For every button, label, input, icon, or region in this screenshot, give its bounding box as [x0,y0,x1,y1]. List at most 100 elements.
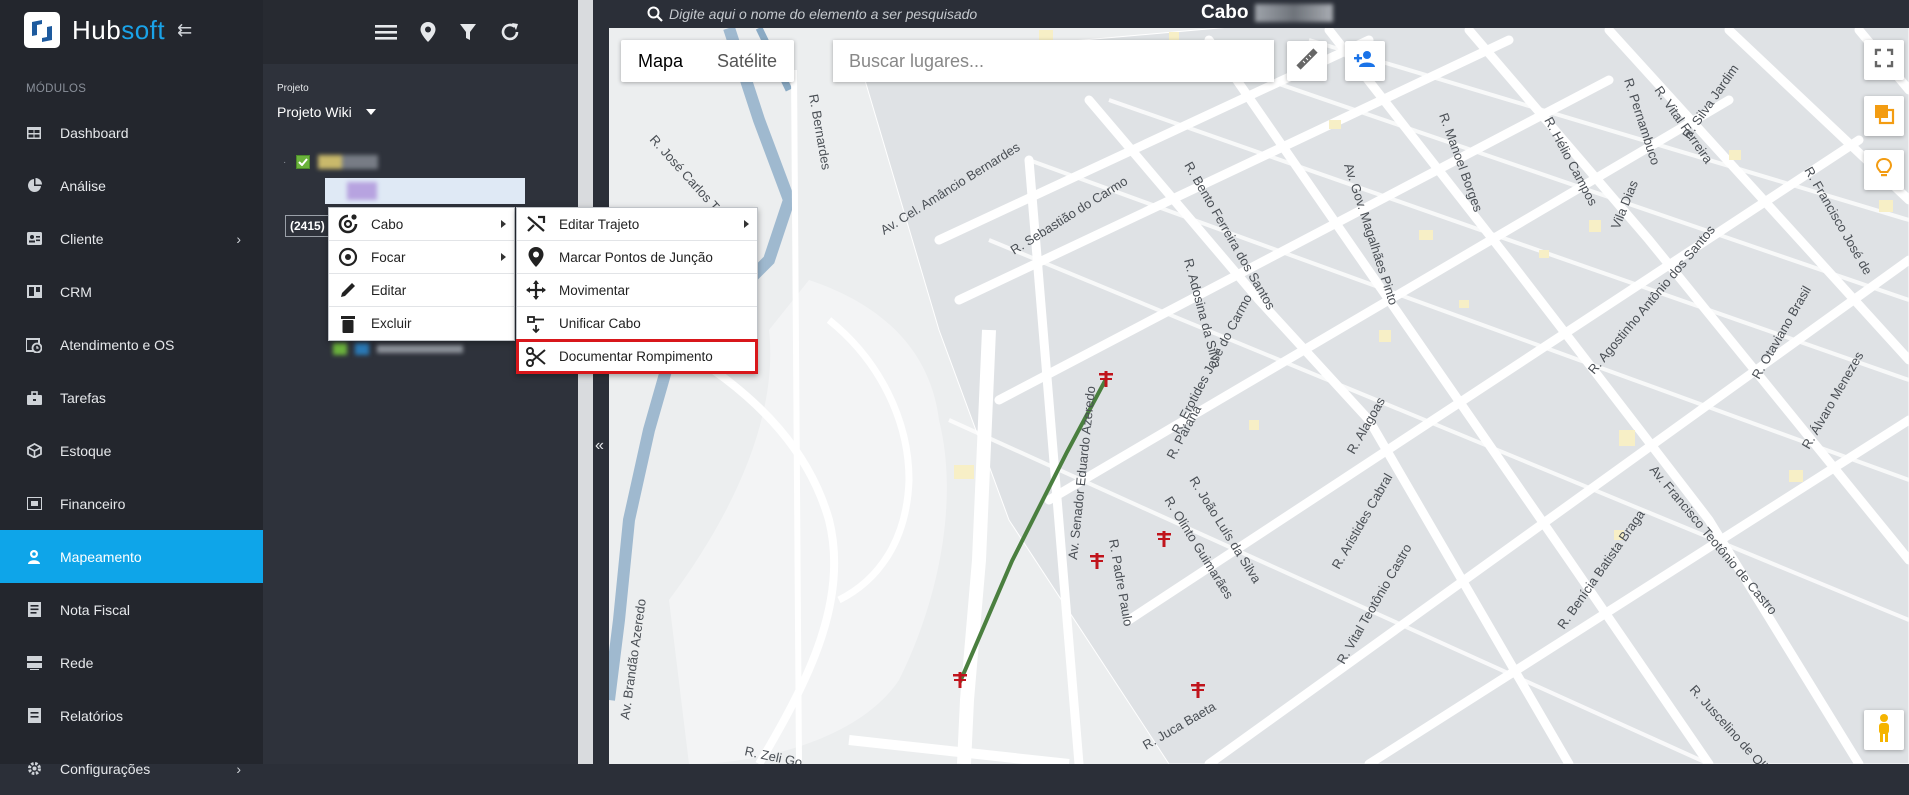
checkbox-icon[interactable] [333,343,347,355]
submenu-item-movimentar[interactable]: Movimentar [517,274,757,307]
chevron-down-icon [365,109,376,115]
menu-item-excluir[interactable]: Excluir [329,307,514,340]
sidebar-item-label: Rede [60,654,94,671]
sidebar-item-nota-fiscal[interactable]: Nota Fiscal [0,583,263,636]
sidebar-item-label: Relatórios [60,707,124,724]
submenu-item-unificar-cabo[interactable]: Unificar Cabo [517,307,757,340]
sidebar-item-label: Mapeamento [60,548,142,565]
ruler-button[interactable] [1287,41,1327,81]
sidebar-item-crm[interactable]: CRM [0,265,263,318]
menu-item-label: Marcar Pontos de Junção [559,249,713,265]
cube-icon [26,443,42,459]
sidebar-item-mapeamento[interactable]: Mapeamento [0,530,263,583]
element-search-placeholder: Digite aqui o nome do elemento a ser pes… [669,6,978,22]
project-label: Projeto [277,83,309,94]
sidebar: Hubsoft ⇇ MÓDULOS Dashboard Análise Client… [0,0,263,777]
menu-item-label: Editar [371,282,407,298]
brand-logo-text: Hubsoft [72,14,166,45]
element-search-bar[interactable]: Digite aqui o nome do elemento a ser pes… [609,0,1909,28]
context-menu: Cabo Focar Editar Excluir [328,207,515,341]
location-pin-icon[interactable] [419,21,437,43]
layers-button[interactable] [1864,96,1904,136]
sidebar-item-financeiro[interactable]: Financeiro [0,477,263,530]
board-icon [26,284,42,300]
checkbox-checked-icon[interactable] [296,155,311,169]
cable-name-redacted [1254,4,1333,22]
add-person-button[interactable] [1345,41,1385,81]
filter-icon[interactable] [459,22,477,42]
sidebar-item-label: Tarefas [60,389,106,406]
chevron-right-icon: › [236,760,241,777]
sidebar-item-analise[interactable]: Análise [0,159,263,212]
map-type-satellite-button[interactable]: Satélite [700,40,794,82]
hint-button[interactable] [1864,150,1904,190]
submenu-item-editar-trajeto[interactable]: Editar Trajeto [517,208,757,241]
sidebar-item-dashboard[interactable]: Dashboard [0,106,263,159]
menu-item-cabo[interactable]: Cabo [329,208,514,241]
places-search-input[interactable]: Buscar lugares... [833,40,1274,82]
tree-toggle-icon[interactable]: · [283,157,286,168]
sidebar-item-cliente[interactable]: Cliente › [0,212,263,265]
logo-icon[interactable] [24,12,60,48]
ruler-icon [1296,47,1318,75]
sidebar-item-label: Dashboard [60,124,129,141]
tree-item-icon [355,343,369,355]
submenu-item-documentar-rompimento[interactable]: Documentar Rompimento [516,339,758,374]
menu-item-label: Editar Trajeto [559,216,640,232]
map-type-map-button[interactable]: Mapa [621,40,700,82]
menu-item-editar[interactable]: Editar [329,274,514,307]
street-view-button[interactable] [1864,710,1904,750]
project-select[interactable]: Projeto Wiki [277,104,376,120]
layers-icon [1873,103,1895,130]
submenu-arrow-icon [501,253,506,261]
collapse-sidebar-icon[interactable]: ⇇ [177,20,192,41]
sidebar-item-rede[interactable]: Rede [0,636,263,689]
tree-count-badge: (2415) [285,215,330,237]
sidebar-item-atendimento-e-os[interactable]: Atendimento e OS [0,318,263,371]
merge-icon [524,311,548,335]
scissors-icon [524,345,548,369]
sidebar-item-label: Estoque [60,442,112,459]
menu-icon[interactable] [375,23,397,41]
briefcase-icon [26,390,42,406]
refresh-icon[interactable] [499,21,521,43]
sidebar-item-tarefas[interactable]: Tarefas [0,371,263,424]
move-icon [524,278,548,302]
route-icon [524,212,548,236]
tree-item-row[interactable] [333,343,463,355]
fullscreen-button[interactable] [1864,40,1904,80]
map-pin-user-icon [26,549,42,565]
sidebar-item-label: CRM [60,283,92,300]
tree-root-row[interactable]: · [283,155,379,169]
sidebar-item-label: Configurações [60,760,151,777]
menu-item-focar[interactable]: Focar [329,241,514,274]
map-type-control: Mapa Satélite [621,40,795,82]
trash-icon [336,312,360,336]
tree-selected-row[interactable] [325,178,525,204]
sidebar-item-label: Nota Fiscal [60,601,131,618]
pencil-icon [336,278,360,302]
sidebar-item-configuracoes[interactable]: Configurações › [0,742,263,795]
sidebar-item-relatorios[interactable]: Relatórios [0,689,263,742]
table-icon [26,125,42,141]
menu-item-label: Documentar Rompimento [559,349,713,364]
map-area[interactable]: R. José Carlos Tavares R. Bernardes Av. Ce… [609,0,1909,764]
submenu-arrow-icon [501,220,506,228]
project-select-value: Projeto Wiki [277,104,352,120]
sidebar-menu: Dashboard Análise Cliente › CRM Atendimento e… [0,106,263,795]
sidebar-item-label: Financeiro [60,495,126,512]
sidebar-item-label: Atendimento e OS [60,336,175,353]
map-marker-icon [524,245,548,269]
section-label: MÓDULOS [26,83,87,95]
lightbulb-icon [1874,157,1894,184]
cable-title-text: Cabo [1201,2,1249,23]
search-icon [647,6,663,22]
collapse-panel-icon[interactable]: « [595,437,604,455]
sidebar-item-estoque[interactable]: Estoque [0,424,263,477]
layers-panel: Projeto Projeto Wiki · (2415) [263,0,593,764]
panel-toolbar [263,0,593,64]
submenu-item-marcar-pontos-de-juncao[interactable]: Marcar Pontos de Junção [517,241,757,274]
panel-scrollbar[interactable] [578,0,593,764]
menu-item-label: Excluir [371,316,412,331]
cable-title: Cabo [1201,2,1333,24]
